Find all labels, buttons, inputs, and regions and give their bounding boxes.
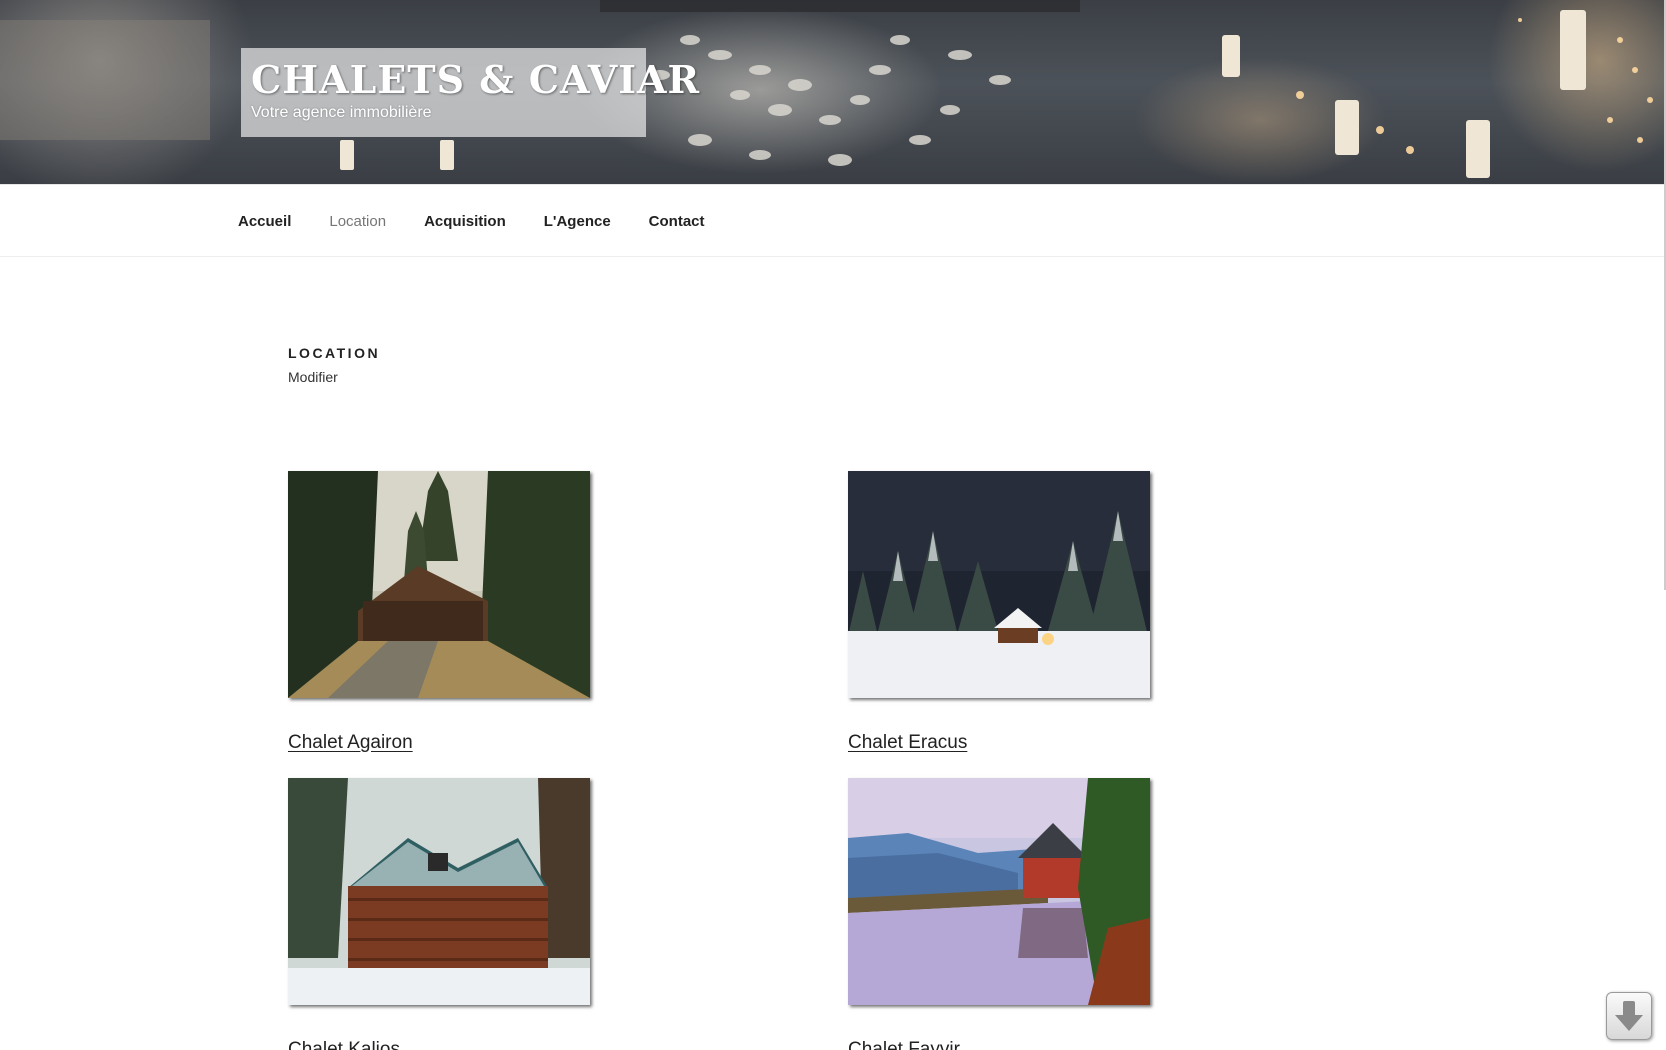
- nav-item-contact[interactable]: Contact: [649, 213, 705, 230]
- nav-item-location[interactable]: Location: [329, 213, 386, 230]
- scroll-down-button[interactable]: [1606, 992, 1652, 1040]
- property-link[interactable]: Chalet Kalios: [288, 1039, 590, 1050]
- property-card: Chalet Eracus: [848, 471, 1150, 754]
- main-navigation: Accueil Location Acquisition L'Agence Co…: [0, 184, 1666, 257]
- site-tagline: Votre agence immobilière: [251, 104, 432, 121]
- property-link[interactable]: Chalet Agairon: [288, 732, 590, 754]
- property-card: Chalet Kalios: [288, 778, 590, 1050]
- lake-reflection-chalet-photo[interactable]: [848, 778, 1150, 1005]
- nav-menu: Accueil Location Acquisition L'Agence Co…: [238, 185, 743, 258]
- page-header: LOCATION Modifier: [288, 345, 380, 385]
- site-title[interactable]: CHALETS & CAVIAR: [251, 60, 699, 100]
- snow-night-cabin-photo[interactable]: [848, 471, 1150, 698]
- nav-item-agence[interactable]: L'Agence: [544, 213, 611, 230]
- site-branding[interactable]: CHALETS & CAVIAR Votre agence immobilièr…: [241, 48, 699, 137]
- property-link[interactable]: Chalet Fayvir: [848, 1039, 1150, 1050]
- property-card: Chalet Fayvir: [848, 778, 1150, 1050]
- snowy-log-house-photo[interactable]: [288, 778, 590, 1005]
- property-card: Chalet Agairon: [288, 471, 590, 754]
- property-link[interactable]: Chalet Eracus: [848, 732, 1150, 754]
- edit-link[interactable]: Modifier: [288, 369, 380, 385]
- forest-cabin-photo[interactable]: [288, 471, 590, 698]
- nav-item-acquisition[interactable]: Acquisition: [424, 213, 506, 230]
- page-title: LOCATION: [288, 345, 381, 361]
- header-banner: CHALETS & CAVIAR Votre agence immobilièr…: [0, 0, 1666, 184]
- arrow-down-icon: [1615, 1001, 1643, 1031]
- nav-item-accueil[interactable]: Accueil: [238, 213, 291, 230]
